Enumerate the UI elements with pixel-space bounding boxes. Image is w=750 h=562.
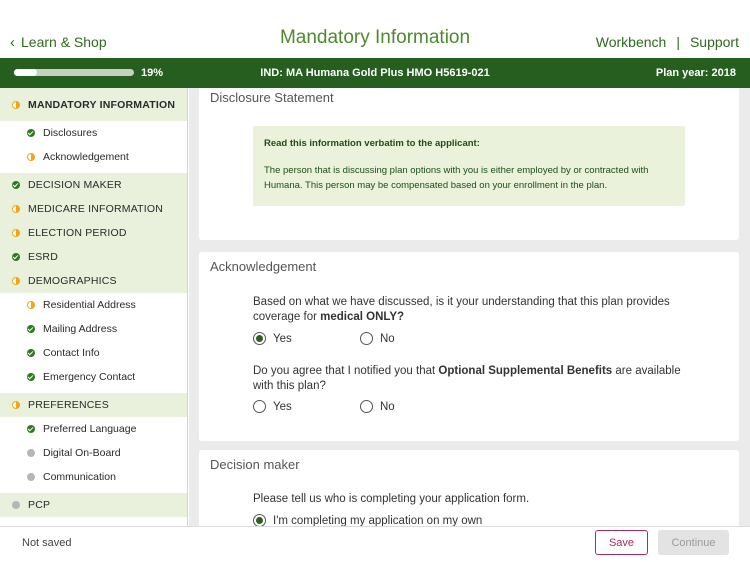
sidebar-item-label: ELECTION PERIOD <box>28 227 127 239</box>
link-separator: | <box>676 34 680 50</box>
q2-no-label: No <box>380 400 395 413</box>
sidebar-item-preferences[interactable]: PREFERENCES <box>0 393 187 417</box>
acknowledgement-title: Acknowledgement <box>210 259 317 274</box>
notice-heading: Read this information verbatim to the ap… <box>264 138 480 149</box>
radio-empty-icon <box>360 332 373 345</box>
q2-text: Do you agree that I notified you that <box>253 365 439 377</box>
sidebar-item-disclosures[interactable]: Disclosures <box>0 121 187 145</box>
half-circle-icon <box>12 401 20 409</box>
notice-body: The person that is discussing plan optio… <box>264 165 649 191</box>
radio-selected-icon <box>253 514 266 526</box>
acknowledgement-card: Acknowledgement Based on what we have di… <box>199 252 739 441</box>
sidebar-item-communication[interactable]: Communication <box>0 465 187 489</box>
q1-text: Based on what we have discussed, is it y… <box>253 296 670 323</box>
sidebar-item-mandatory-information[interactable]: MANDATORY INFORMATION <box>0 88 187 121</box>
sidebar-item-label: ESRD <box>28 251 58 263</box>
radio-empty-icon <box>360 400 373 413</box>
plan-year: Plan year: 2018 <box>655 67 736 79</box>
half-circle-icon <box>12 100 20 109</box>
sidebar-item-emergency-contact[interactable]: Emergency Contact <box>0 365 187 389</box>
sidebar-item-demographics[interactable]: DEMOGRAPHICS <box>0 269 187 293</box>
disclosure-card: Disclosure Statement Read this informati… <box>199 88 739 240</box>
sidebar-item-label: PREFERENCES <box>28 399 109 411</box>
q1-emphasis: medical ONLY? <box>320 311 405 323</box>
decision-maker-question: Please tell us who is completing your ap… <box>253 493 530 505</box>
sidebar-item-label: Communication <box>43 471 116 483</box>
question-medical-only: Based on what we have discussed, is it y… <box>253 295 703 325</box>
q2-emphasis: Optional Supplemental Benefits <box>438 365 613 377</box>
sidebar-item-label: DECISION MAKER <box>28 179 122 191</box>
q1-yes-label: Yes <box>273 332 292 345</box>
half-circle-icon <box>12 205 20 213</box>
header-links: Workbench | Support <box>596 34 739 50</box>
half-circle-icon <box>27 301 35 309</box>
sidebar-nav: MANDATORY INFORMATION Disclosures Acknowle… <box>0 88 188 526</box>
save-button[interactable]: Save <box>595 530 648 555</box>
q2-yes-radio[interactable]: Yes <box>253 400 360 413</box>
sidebar-item-label: PCP <box>28 499 51 511</box>
radio-selected-icon <box>253 332 266 345</box>
sidebar-item-acknowledgement[interactable]: Acknowledgement <box>0 145 187 169</box>
pending-dot-icon <box>12 501 20 509</box>
main-content: Disclosure Statement Read this informati… <box>189 88 750 526</box>
sidebar-item-label: Mailing Address <box>43 323 118 335</box>
half-circle-icon <box>12 229 20 237</box>
check-circle-icon <box>27 129 35 137</box>
question-supplemental-benefits: Do you agree that I notified you that Op… <box>253 364 703 394</box>
disclosure-title: Disclosure Statement <box>210 90 334 105</box>
sidebar-item-medicare-information[interactable]: MEDICARE INFORMATION <box>0 197 187 221</box>
check-circle-icon <box>27 425 35 433</box>
sidebar-item-pcp[interactable]: PCP <box>0 493 187 517</box>
completing-own-label: I'm completing my application on my own <box>273 514 483 527</box>
sidebar-item-election-period[interactable]: ELECTION PERIOD <box>0 221 187 245</box>
q1-no-radio[interactable]: No <box>360 332 467 345</box>
half-circle-icon <box>12 277 20 285</box>
completing-own-radio[interactable]: I'm completing my application on my own <box>253 514 482 526</box>
decision-maker-radio-group: I'm completing my application on my own <box>253 514 482 526</box>
sidebar-item-contact-info[interactable]: Contact Info <box>0 341 187 365</box>
sidebar-item-label: MANDATORY INFORMATION <box>28 98 176 111</box>
save-status: Not saved <box>22 537 72 549</box>
verbatim-notice: Read this information verbatim to the ap… <box>253 126 685 206</box>
check-circle-icon <box>27 373 35 381</box>
continue-button[interactable]: Continue <box>658 530 729 555</box>
q1-radio-group: Yes No <box>253 332 467 345</box>
sidebar-item-mailing-address[interactable]: Mailing Address <box>0 317 187 341</box>
half-circle-icon <box>27 153 35 161</box>
sidebar-item-label: DEMOGRAPHICS <box>28 275 117 287</box>
q1-yes-radio[interactable]: Yes <box>253 332 360 345</box>
plan-name: IND: MA Humana Gold Plus HMO H5619-021 <box>260 67 490 79</box>
q2-no-radio[interactable]: No <box>360 400 467 413</box>
support-link[interactable]: Support <box>690 34 739 50</box>
top-header: ‹ Learn & Shop Mandatory Information Wor… <box>0 0 750 58</box>
sidebar-item-label: Emergency Contact <box>43 371 136 383</box>
sidebar-item-label: Acknowledgement <box>43 151 129 163</box>
sidebar-item-preferred-language[interactable]: Preferred Language <box>0 417 187 441</box>
sidebar-item-esrd[interactable]: ESRD <box>0 245 187 269</box>
sidebar-item-label: Contact Info <box>43 347 100 359</box>
q2-yes-label: Yes <box>273 400 292 413</box>
footer-bar: Not saved Save Continue <box>0 526 750 562</box>
radio-empty-icon <box>253 400 266 413</box>
check-circle-icon <box>27 349 35 357</box>
sidebar-item-label: MEDICARE INFORMATION <box>28 203 164 215</box>
sidebar-item-digital-on-board[interactable]: Digital On-Board <box>0 441 187 465</box>
q1-no-label: No <box>380 332 395 345</box>
pending-dot-icon <box>27 473 35 481</box>
decision-maker-title: Decision maker <box>210 457 300 472</box>
sidebar-item-label: Preferred Language <box>43 423 137 435</box>
workbench-link[interactable]: Workbench <box>596 34 667 50</box>
sidebar-item-label: Residential Address <box>43 299 136 311</box>
q2-radio-group: Yes No <box>253 400 467 413</box>
check-circle-icon <box>27 325 35 333</box>
decision-maker-card: Decision maker Please tell us who is com… <box>199 450 739 526</box>
sidebar-item-decision-maker[interactable]: DECISION MAKER <box>0 173 187 197</box>
sidebar-item-residential-address[interactable]: Residential Address <box>0 293 187 317</box>
pending-dot-icon <box>27 449 35 457</box>
plan-bar: 19% IND: MA Humana Gold Plus HMO H5619-0… <box>0 58 750 88</box>
sidebar-item-label: Digital On-Board <box>43 447 121 459</box>
check-circle-icon <box>12 181 20 189</box>
check-circle-icon <box>12 253 20 261</box>
sidebar-item-label: Disclosures <box>43 127 98 139</box>
